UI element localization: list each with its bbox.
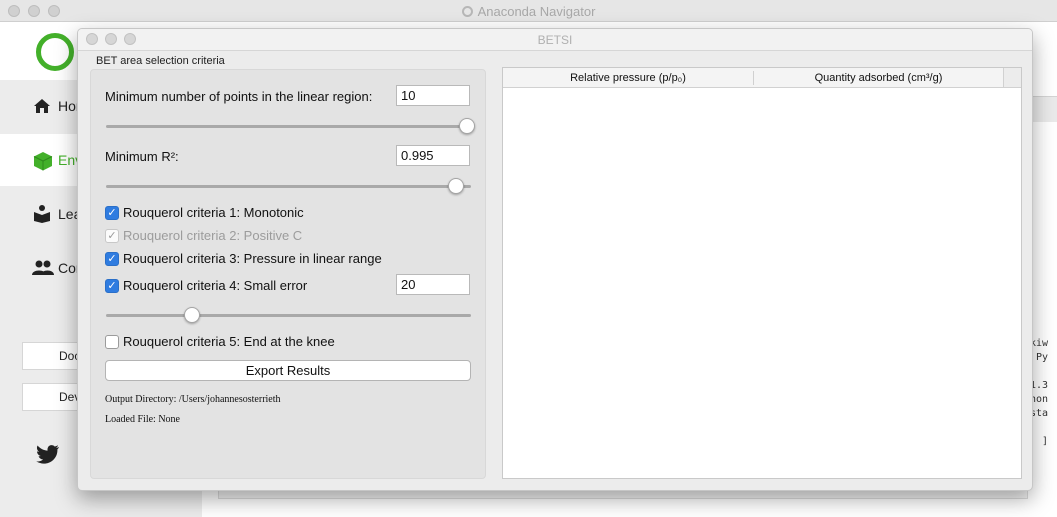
book-icon	[32, 204, 52, 224]
anaconda-logo-icon	[36, 33, 74, 71]
small-error-slider[interactable]	[106, 314, 471, 317]
criteria-group-box: Minimum number of points in the linear r…	[90, 69, 486, 479]
table-corner	[1003, 68, 1021, 88]
min-points-slider-handle[interactable]	[459, 118, 475, 134]
criteria-group-title: BET area selection criteria	[96, 55, 225, 67]
twitter-icon[interactable]	[36, 444, 62, 470]
criteria-1-checkbox[interactable]: ✓	[105, 206, 119, 220]
anaconda-ring-icon	[461, 6, 473, 17]
output-directory-text: Output Directory: /Users/johannesosterri…	[105, 394, 281, 405]
betsi-titlebar: BETSI	[78, 29, 1032, 51]
min-r2-slider[interactable]	[106, 185, 471, 188]
min-points-slider[interactable]	[106, 125, 471, 128]
people-icon	[32, 258, 54, 278]
navigator-titlebar: Anaconda Navigator	[0, 0, 1057, 22]
small-error-slider-handle[interactable]	[184, 307, 201, 323]
min-points-input[interactable]: 10	[396, 85, 470, 106]
criteria-2-checkbox: ✓	[105, 229, 119, 243]
criteria-3-checkbox[interactable]: ✓	[105, 252, 119, 266]
min-r2-input[interactable]: 0.995	[396, 145, 470, 166]
data-table[interactable]: Relative pressure (p/p₀) Quantity adsorb…	[502, 67, 1022, 479]
criteria-5-checkbox[interactable]	[105, 335, 119, 349]
criteria-2-label: Rouquerol criteria 2: Positive C	[123, 228, 303, 243]
navigator-panel-edge	[1033, 96, 1057, 122]
column-header-quantity-adsorbed[interactable]: Quantity adsorbed (cm³/g)	[754, 68, 1003, 88]
min-r2-label: Minimum R²:	[105, 149, 179, 164]
navigator-window-title: Anaconda Navigator	[0, 4, 1057, 19]
criteria-4-label: Rouquerol criteria 4: Small error	[123, 278, 308, 293]
betsi-window: BETSI BET area selection criteria Minimu…	[77, 28, 1033, 491]
cube-icon	[32, 150, 53, 171]
min-points-label: Minimum number of points in the linear r…	[105, 89, 373, 104]
home-icon	[32, 96, 52, 116]
criteria-5-label: Rouquerol criteria 5: End at the knee	[123, 334, 335, 349]
criteria-3-label: Rouquerol criteria 3: Pressure in linear…	[123, 251, 382, 266]
column-header-relative-pressure[interactable]: Relative pressure (p/p₀)	[503, 68, 753, 88]
criteria-4-checkbox[interactable]: ✓	[105, 279, 119, 293]
min-r2-slider-handle[interactable]	[448, 178, 465, 194]
loaded-file-text: Loaded File: None	[105, 414, 180, 425]
criteria-1-label: Rouquerol criteria 1: Monotonic	[123, 205, 304, 220]
export-results-button[interactable]: Export Results	[105, 360, 471, 381]
small-error-input[interactable]: 20	[396, 274, 470, 295]
betsi-window-title: BETSI	[537, 33, 573, 47]
table-header: Relative pressure (p/p₀) Quantity adsorb…	[503, 68, 1003, 88]
